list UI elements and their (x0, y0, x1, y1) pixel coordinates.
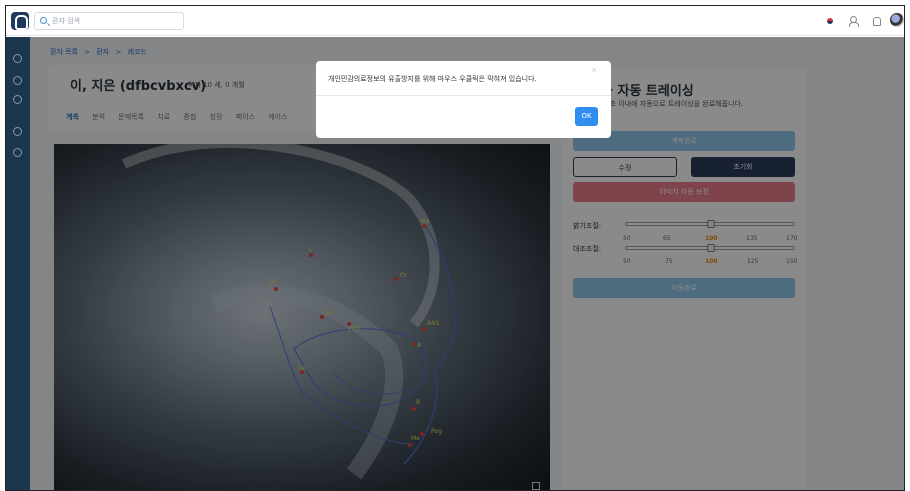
search-placeholder: 환자 검색 (52, 17, 80, 25)
sidebar (6, 37, 30, 490)
close-icon[interactable]: × (591, 66, 597, 74)
sidebar-settings-icon[interactable] (13, 95, 22, 104)
search-input[interactable]: 환자 검색 (34, 12, 184, 30)
sidebar-tag-icon[interactable] (13, 148, 22, 157)
app-window: 환자 검색 환자 목록 > 환자 > 레코드 이, 지은 (dfbcvbxcv)… (5, 5, 905, 491)
sidebar-monitor-icon[interactable] (13, 127, 22, 136)
alert-dialog: 개인민감의료정보의 유출방지를 위해 마우스 우클릭은 막혀져 있습니다. × … (316, 61, 611, 138)
top-bar: 환자 검색 (6, 6, 904, 36)
users-icon[interactable] (848, 15, 860, 27)
korean-flag-icon[interactable] (824, 15, 836, 27)
dialog-divider (316, 95, 611, 96)
sidebar-patient-icon[interactable] (13, 54, 22, 63)
app-logo[interactable] (11, 12, 29, 30)
dialog-message: 개인민감의료정보의 유출방지를 위해 마우스 우클릭은 막혀져 있습니다. (328, 75, 537, 83)
ok-button[interactable]: OK (575, 107, 598, 126)
globe-icon[interactable] (890, 13, 904, 27)
sidebar-users-icon[interactable] (13, 76, 22, 85)
bell-icon[interactable] (870, 15, 882, 27)
search-icon (40, 17, 47, 24)
